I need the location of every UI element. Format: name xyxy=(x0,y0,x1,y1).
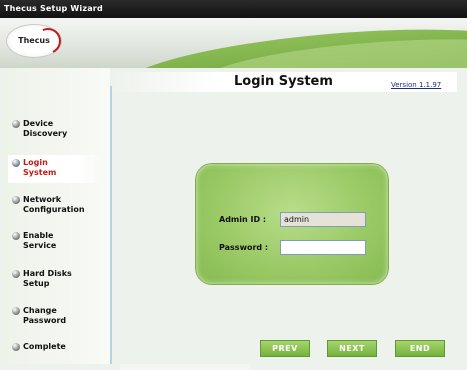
main-content: Login System Version 1.1.97 Admin ID : P… xyxy=(112,68,467,364)
step-bullet-icon xyxy=(12,120,20,128)
sidebar-item-label: Network Configuration xyxy=(23,195,85,214)
header-banner: Thecus xyxy=(0,18,467,68)
prev-button[interactable]: PREV xyxy=(260,340,310,357)
step-bullet-icon xyxy=(12,343,20,351)
thecus-logo: Thecus xyxy=(6,24,65,58)
logo-text: Thecus xyxy=(18,36,50,45)
password-field[interactable] xyxy=(280,240,366,255)
wizard-frame: Thecus Device Discovery Login System Net… xyxy=(0,18,467,370)
sidebar-item-label: Change Password xyxy=(23,306,67,325)
end-button[interactable]: END xyxy=(395,340,445,357)
step-bullet-icon xyxy=(12,270,20,278)
wizard-steps-sidebar: Device Discovery Login System Network Co… xyxy=(4,68,110,364)
version-link[interactable]: Version 1.1.97 xyxy=(391,81,441,89)
window-titlebar: Thecus Setup Wizard xyxy=(0,0,467,18)
step-bullet-icon xyxy=(12,196,20,204)
login-panel: Admin ID : Password : xyxy=(196,164,388,284)
sidebar-item-label: Hard Disks Setup xyxy=(23,269,72,288)
admin-id-label: Admin ID : xyxy=(219,215,267,224)
step-bullet-icon xyxy=(12,232,20,240)
step-bullet-icon xyxy=(12,159,20,167)
page-title: Login System xyxy=(234,74,333,89)
footer-strip xyxy=(120,364,250,370)
password-label: Password : xyxy=(219,243,269,252)
admin-id-field[interactable] xyxy=(280,212,366,227)
next-button[interactable]: NEXT xyxy=(327,340,377,357)
sidebar-item-label: Login System xyxy=(23,158,57,177)
window-title: Thecus Setup Wizard xyxy=(4,4,103,13)
sidebar-item-label: Device Discovery xyxy=(23,119,68,138)
sidebar-item-label: Enable Service xyxy=(23,231,57,250)
step-bullet-icon xyxy=(12,307,20,315)
sidebar-item-label: Complete xyxy=(23,342,66,351)
page-title-bar: Login System Version 1.1.97 xyxy=(112,72,457,92)
